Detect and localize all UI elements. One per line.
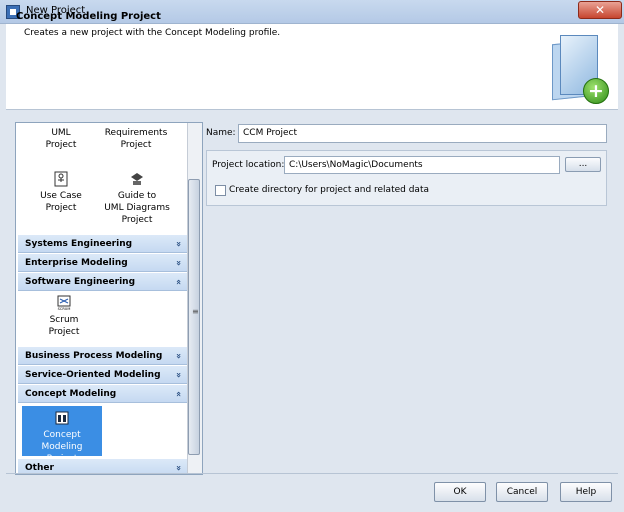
plus-icon: +: [583, 78, 609, 104]
create-directory-checkbox[interactable]: [215, 185, 226, 196]
browse-button[interactable]: ...: [565, 157, 601, 172]
header-title: Concept Modeling Project: [16, 11, 161, 22]
category-business-process-modeling[interactable]: Business Process Modeling »: [18, 347, 187, 365]
category-concept-modeling[interactable]: Concept Modeling «: [18, 385, 187, 403]
scrum-icon: SCRUM: [57, 295, 71, 311]
chevron-down-icon: »: [173, 241, 184, 247]
category-service-oriented-modeling[interactable]: Service-Oriented Modeling »: [18, 366, 187, 384]
chevron-down-icon: »: [173, 465, 184, 471]
concept-modeling-icon: [55, 411, 69, 425]
tile-scrum-project[interactable]: SCRUM Scrum Project: [34, 295, 94, 338]
use-case-icon: [54, 171, 68, 187]
tile-label: Project: [45, 203, 77, 213]
tile-label: Requirements: [104, 128, 168, 138]
category-label: Other: [25, 463, 54, 473]
tile-label: Scrum: [49, 315, 79, 325]
chevron-up-icon: «: [173, 391, 184, 397]
tile-uml-project[interactable]: UML Project: [34, 127, 88, 151]
name-input[interactable]: CCM Project: [238, 124, 607, 143]
tile-label: Project: [121, 215, 153, 225]
chevron-down-icon: »: [173, 372, 184, 378]
scrum-icon-text: SCRUM: [58, 307, 71, 311]
category-label: Systems Engineering: [25, 239, 133, 249]
footer-separator: [6, 473, 618, 474]
tile-label: Project: [120, 140, 152, 150]
project-location-label: Project location:: [212, 160, 285, 170]
help-button[interactable]: Help: [560, 482, 612, 502]
header-description: Creates a new project with the Concept M…: [24, 28, 281, 38]
tile-label: Project: [45, 140, 77, 150]
cancel-button[interactable]: Cancel: [496, 482, 548, 502]
project-type-list[interactable]: UML Project Requirements Project Use Cas…: [15, 122, 203, 475]
category-label: Enterprise Modeling: [25, 258, 128, 268]
scroll-grip-icon: ≡: [192, 307, 199, 316]
category-systems-engineering[interactable]: Systems Engineering »: [18, 235, 187, 253]
tile-use-case-project[interactable]: Use Case Project: [26, 171, 96, 214]
close-button[interactable]: ✕: [578, 1, 622, 19]
category-label: Service-Oriented Modeling: [25, 370, 161, 380]
ok-button[interactable]: OK: [434, 482, 486, 502]
tile-label: UML Diagrams: [104, 203, 170, 213]
tile-label: Concept Modeling: [41, 430, 83, 452]
tile-guide-uml-diagrams-project[interactable]: Guide to UML Diagrams Project: [100, 171, 174, 226]
create-directory-label: Create directory for project and related…: [229, 185, 429, 195]
project-location-input[interactable]: C:\Users\NoMagic\Documents: [284, 156, 560, 174]
tile-label: Guide to: [117, 191, 157, 201]
category-label: Concept Modeling: [25, 389, 117, 399]
category-label: Software Engineering: [25, 277, 136, 287]
chevron-down-icon: »: [173, 260, 184, 266]
guide-icon: [131, 173, 143, 185]
category-enterprise-modeling[interactable]: Enterprise Modeling »: [18, 254, 187, 272]
chevron-up-icon: «: [173, 279, 184, 285]
tile-concept-modeling-project[interactable]: Concept Modeling Project: [22, 406, 102, 464]
category-label: Business Process Modeling: [25, 351, 163, 361]
tile-label: Use Case: [40, 191, 82, 201]
chevron-down-icon: »: [173, 353, 184, 359]
tile-label: Project: [48, 327, 80, 337]
tile-requirements-project[interactable]: Requirements Project: [98, 127, 174, 151]
name-label: Name:: [206, 128, 236, 138]
tile-label: UML: [51, 128, 71, 138]
category-software-engineering[interactable]: Software Engineering «: [18, 273, 187, 291]
scrollbar-thumb[interactable]: ≡: [188, 179, 200, 455]
